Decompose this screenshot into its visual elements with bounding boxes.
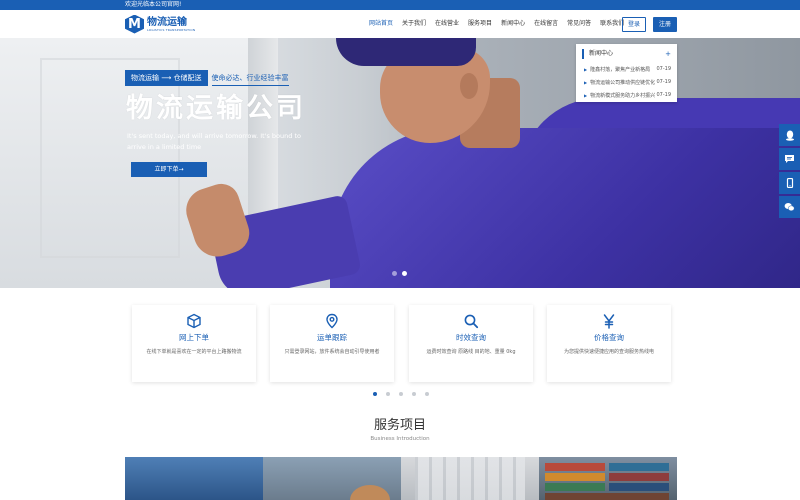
login-button[interactable]: 登录 — [622, 17, 646, 32]
nav-item-contact[interactable]: 联系我们 — [600, 18, 624, 30]
hero-dot-active[interactable] — [402, 271, 407, 276]
arrow-right-icon: ▶ — [584, 79, 588, 85]
service-card-desc: 在线下单就是喜欢在一定的平台上路搬物流 — [146, 349, 242, 355]
wechat-icon[interactable] — [779, 196, 800, 218]
container — [545, 483, 605, 491]
news-item[interactable]: ▶ 物流新模式服务助力乡村振兴 07-19 — [584, 89, 671, 101]
container — [609, 483, 669, 491]
arrow-right-icon: ▶ — [584, 92, 588, 98]
hero-door-frame — [40, 58, 180, 258]
container — [609, 463, 669, 471]
main-nav: 网站首页 关于我们 在线营业 服务项目 新闻中心 在线留言 常见问答 联系我们 — [369, 18, 633, 30]
news-item-date: 07-19 — [656, 79, 671, 85]
nav-item-faq[interactable]: 常见问答 — [567, 18, 591, 30]
service-card-price-query[interactable]: 价格查询 为您提供快速便捷应用的查询服务热线电 — [547, 305, 671, 382]
news-more-icon[interactable]: + — [665, 49, 671, 59]
pagination-dot-active[interactable] — [373, 392, 377, 396]
location-icon — [326, 313, 338, 329]
logo-text: 物流运输 LOGISTICS TRANSPORTATION — [147, 17, 195, 32]
logo-name: 物流运输 — [147, 16, 187, 28]
container — [609, 473, 669, 481]
hero-worker-body — [330, 128, 800, 288]
service-card-title: 网上下单 — [179, 333, 209, 342]
logo-mark: M — [125, 14, 144, 34]
hero-dot[interactable] — [392, 271, 397, 276]
arrow-right-icon: ▶ — [584, 66, 588, 72]
business-image-strip — [125, 457, 677, 500]
news-item-date: 07-19 — [656, 92, 671, 98]
search-icon — [464, 314, 479, 329]
service-card-online-order[interactable]: 网上下单 在线下单就是喜欢在一定的平台上路搬物流 — [132, 305, 256, 382]
service-card-desc: 运费时效查询 原路线 目的地、重量 0kg — [426, 349, 516, 355]
hero-title: 物流运输公司 — [126, 93, 306, 124]
hero-tag: 物流运输 ⟶ 仓储配送 使命必达、行业经验丰富 — [125, 70, 289, 86]
news-item[interactable]: ▶ 物流运输公司推动供应链优化 07-19 — [584, 76, 671, 88]
hero-banner: 物流运输 ⟶ 仓储配送 使命必达、行业经验丰富 物流运输公司 It's sent… — [0, 38, 800, 288]
yen-icon — [603, 314, 615, 329]
nav-item-message[interactable]: 在线留言 — [534, 18, 558, 30]
service-card-desc: 只需登录网站，放件系统会自动引导使用者 — [284, 349, 380, 355]
news-item-title: 物流新模式服务助力乡村振兴 — [590, 92, 656, 99]
hero-motto: 使命必达、行业经验丰富 — [211, 71, 289, 86]
pagination-dot[interactable] — [386, 392, 390, 396]
side-toolbar — [779, 124, 800, 220]
service-card-title: 时效查询 — [456, 333, 486, 342]
container — [545, 473, 605, 481]
service-card-time-query[interactable]: 时效查询 运费时效查询 原路线 目的地、重量 0kg — [409, 305, 533, 382]
hero-tag-pill: 物流运输 ⟶ 仓储配送 — [125, 70, 208, 86]
phone-icon[interactable] — [779, 172, 800, 194]
logo-subtitle: LOGISTICS TRANSPORTATION — [147, 27, 196, 32]
nav-item-about[interactable]: 关于我们 — [402, 18, 426, 30]
pagination-dot[interactable] — [412, 392, 416, 396]
business-photo-1[interactable] — [125, 457, 263, 500]
warehouse-racks — [415, 457, 525, 500]
container — [545, 493, 669, 500]
hero-worker-ear — [460, 73, 478, 99]
news-item-title: 隆鑫村落，聚焦产业新格局 — [590, 66, 651, 73]
news-panel-header: 新闻中心 + — [582, 49, 671, 59]
services-section: 网上下单 在线下单就是喜欢在一定的平台上路搬物流 运单跟踪 只需登录网站，放件系… — [0, 288, 800, 396]
pagination-dot[interactable] — [425, 392, 429, 396]
container — [545, 463, 605, 471]
hero-slide-dots — [392, 271, 412, 276]
nav-item-home[interactable]: 网站首页 — [369, 18, 393, 30]
pagination-dot[interactable] — [399, 392, 403, 396]
logo[interactable]: M 物流运输 LOGISTICS TRANSPORTATION — [125, 13, 195, 35]
service-card-tracking[interactable]: 运单跟踪 只需登录网站，放件系统会自动引导使用者 — [270, 305, 394, 382]
top-bar: 欢迎光临本公司官网! — [0, 0, 800, 10]
register-button[interactable]: 注册 — [653, 17, 677, 32]
service-card-title: 价格查询 — [594, 333, 624, 342]
qq-icon[interactable] — [779, 124, 800, 146]
service-card-title: 运单跟踪 — [317, 333, 347, 342]
order-now-button[interactable]: 立即下单→ — [131, 162, 207, 177]
nav-item-news[interactable]: 新闻中心 — [501, 18, 525, 30]
nav-item-online-business[interactable]: 在线营业 — [435, 18, 459, 30]
header: M 物流运输 LOGISTICS TRANSPORTATION 网站首页 关于我… — [0, 10, 800, 38]
section-subtitle: Business Introduction — [370, 436, 430, 442]
cube-icon — [187, 313, 201, 329]
news-panel-title: 新闻中心 — [589, 50, 614, 57]
welcome-text: 欢迎光临本公司官网! — [125, 1, 182, 8]
nav-item-services[interactable]: 服务项目 — [468, 18, 492, 30]
news-panel: 新闻中心 + ▶ 隆鑫村落，聚焦产业新格局 07-19 ▶ 物流运输公司推动供应… — [576, 44, 677, 102]
hero-description: It's sent today, and will arrive tomorro… — [127, 132, 301, 151]
section-title: 服务项目 — [373, 418, 426, 433]
news-item[interactable]: ▶ 隆鑫村落，聚焦产业新格局 07-19 — [584, 63, 671, 75]
news-item-title: 物流运输公司推动供应链优化 — [590, 79, 656, 86]
service-card-desc: 为您提供快速便捷应用的查询服务热线电 — [563, 349, 654, 355]
services-pagination — [373, 392, 438, 396]
hero-worker-cap — [336, 38, 476, 66]
news-item-date: 07-19 — [656, 66, 671, 72]
message-icon[interactable] — [779, 148, 800, 170]
